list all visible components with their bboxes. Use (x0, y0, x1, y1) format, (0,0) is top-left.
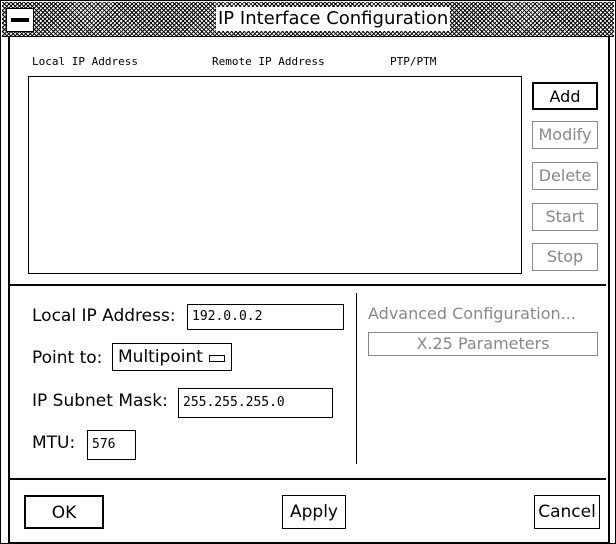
title-bar[interactable]: IP Interface Configuration (2, 2, 614, 37)
mtu-input[interactable]: 576 (87, 430, 136, 460)
col-header-remote-ip: Remote IP Address (212, 55, 325, 68)
delete-button[interactable]: Delete (532, 162, 598, 190)
start-button[interactable]: Start (532, 203, 598, 231)
point-to-value: Multipoint (118, 347, 203, 367)
point-to-option-menu[interactable]: Multipoint (112, 343, 232, 371)
separator-bottom (10, 478, 606, 480)
point-to-label: Point to: (32, 348, 103, 368)
local-ip-label: Local IP Address: (32, 306, 176, 326)
subnet-mask-label: IP Subnet Mask: (32, 391, 168, 411)
separator-top (10, 284, 606, 286)
cancel-button[interactable]: Cancel (534, 495, 600, 529)
stop-button[interactable]: Stop (532, 243, 598, 271)
add-button[interactable]: Add (532, 82, 598, 110)
interface-list[interactable] (28, 76, 522, 274)
col-header-local-ip: Local IP Address (32, 55, 138, 68)
option-menu-indicator-icon (208, 355, 225, 362)
x25-parameters-button[interactable]: X.25 Parameters (368, 332, 598, 356)
window-menu-icon[interactable] (6, 8, 34, 32)
modify-button[interactable]: Modify (532, 121, 598, 149)
apply-button[interactable]: Apply (282, 495, 346, 529)
subnet-mask-input[interactable]: 255.255.255.0 (178, 388, 333, 418)
ok-button[interactable]: OK (24, 495, 104, 529)
local-ip-input[interactable]: 192.0.0.2 (187, 304, 344, 330)
advanced-config-label: Advanced Configuration... (368, 304, 576, 323)
separator-vertical (356, 293, 357, 464)
window-title: IP Interface Configuration (216, 7, 451, 31)
mtu-label: MTU: (32, 433, 76, 453)
col-header-ptp-ptm: PTP/PTM (390, 55, 437, 68)
